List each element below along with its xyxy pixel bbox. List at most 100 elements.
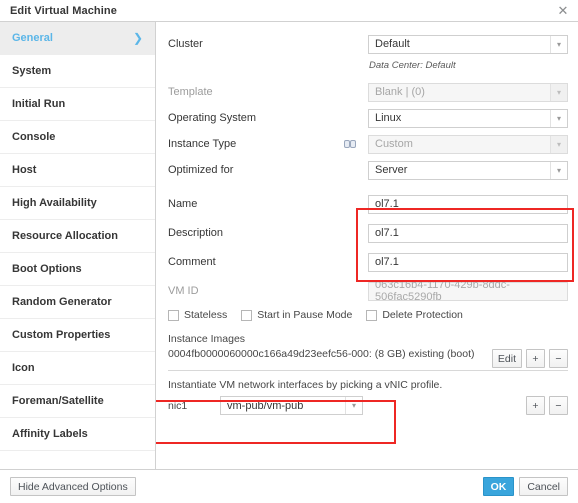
template-value: Blank | (0) <box>375 86 425 98</box>
chevron-right-icon: ❯ <box>132 31 143 45</box>
name-input[interactable]: ol7.1 <box>368 194 568 214</box>
cancel-button[interactable]: Cancel <box>519 477 568 496</box>
vm-flags-row: Stateless Start in Pause Mode Delete Pro… <box>168 309 568 321</box>
sidebar-item-console[interactable]: Console <box>0 121 155 154</box>
optimized-for-select[interactable]: Server ▾ <box>368 160 568 180</box>
stateless-checkbox[interactable] <box>168 309 179 321</box>
field-cluster: Cluster Default ▾ <box>168 34 568 54</box>
sidebar-item-foreman-satellite[interactable]: Foreman/Satellite <box>0 385 155 418</box>
vnic-instruction-text: Instantiate VM network interfaces by pic… <box>168 379 443 391</box>
sidebar-item-label: Host <box>12 164 37 176</box>
field-vm-id: VM ID 063c16b4-1170-429b-8ddc-506fac5290… <box>168 279 568 303</box>
sidebar-item-initial-run[interactable]: Initial Run <box>0 88 155 121</box>
delete-protection-label[interactable]: Delete Protection <box>382 309 463 321</box>
cluster-label: Cluster <box>168 38 203 50</box>
nic-row: nic1 vm-pub/vm-pub ▾ <box>168 396 568 415</box>
instance-type-label-wrap: Instance Type <box>168 138 368 150</box>
sidebar-item-label: Foreman/Satellite <box>12 395 104 407</box>
stateless-label[interactable]: Stateless <box>184 309 227 321</box>
field-template: Template Blank | (0) ▾ <box>168 82 568 102</box>
comment-input[interactable]: ol7.1 <box>368 252 568 272</box>
cluster-select[interactable]: Default ▾ <box>368 34 568 54</box>
sidebar-item-system[interactable]: System <box>0 55 155 88</box>
chain-link-icon <box>344 140 356 148</box>
close-icon[interactable]: ✕ <box>556 4 570 18</box>
chevron-down-icon: ▾ <box>550 135 567 153</box>
description-label: Description <box>168 227 224 239</box>
hide-advanced-options-button[interactable]: Hide Advanced Options <box>10 477 136 496</box>
vm-id-value: 063c16b4-1170-429b-8ddc-506fac5290fb <box>368 279 568 303</box>
sidebar-item-affinity-labels[interactable]: Affinity Labels <box>0 418 155 451</box>
field-operating-system: Operating System Linux ▾ <box>168 108 568 128</box>
remove-nic-button[interactable]: − <box>549 396 568 415</box>
sidebar-item-random-generator[interactable]: Random Generator <box>0 286 155 319</box>
add-disk-button[interactable]: + <box>526 349 545 368</box>
sidebar-item-label: Icon <box>12 362 35 374</box>
instance-type-value: Custom <box>375 138 413 150</box>
description-input[interactable]: ol7.1 <box>368 223 568 243</box>
optimized-for-value: Server <box>375 164 408 176</box>
dialog-titlebar: Edit Virtual Machine ✕ <box>0 0 578 22</box>
sidebar-item-label: High Availability <box>12 197 97 209</box>
cluster-note-row: Data Center: Default <box>168 60 568 80</box>
chevron-down-icon: ▾ <box>550 109 567 127</box>
remove-disk-button[interactable]: − <box>549 349 568 368</box>
template-select[interactable]: Blank | (0) ▾ <box>368 82 568 102</box>
instance-type-select[interactable]: Custom ▾ <box>368 134 568 154</box>
start-in-pause-mode-label[interactable]: Start in Pause Mode <box>257 309 352 321</box>
sidebar-item-icon[interactable]: Icon <box>0 352 155 385</box>
field-comment: Comment ol7.1 <box>168 252 568 272</box>
sidebar-item-label: Console <box>12 131 56 143</box>
name-label: Name <box>168 198 198 210</box>
sidebar-item-label: Custom Properties <box>12 329 111 341</box>
operating-system-select[interactable]: Linux ▾ <box>368 108 568 128</box>
sidebar-item-boot-options[interactable]: Boot Options <box>0 253 155 286</box>
nic1-profile-select[interactable]: vm-pub/vm-pub ▾ <box>220 396 363 415</box>
instance-images-buttons: Edit + − <box>491 349 568 368</box>
nic1-profile-value: vm-pub/vm-pub <box>227 399 304 412</box>
start-in-pause-mode-checkbox[interactable] <box>241 309 253 321</box>
chevron-down-icon: ▾ <box>550 83 567 101</box>
vnic-profiles-section: Instantiate VM network interfaces by pic… <box>168 379 568 415</box>
add-nic-button[interactable]: + <box>526 396 545 415</box>
sidebar-item-label: Random Generator <box>12 296 112 308</box>
dialog-title: Edit Virtual Machine <box>10 4 117 17</box>
edit-virtual-machine-dialog: Edit Virtual Machine ✕ General ❯ System … <box>0 0 578 503</box>
data-center-note: Data Center: Default <box>369 59 456 71</box>
instance-type-label: Instance Type <box>168 138 237 150</box>
footer-actions: OK Cancel <box>482 477 568 496</box>
ok-button[interactable]: OK <box>482 477 515 496</box>
vm-id-label: VM ID <box>168 285 199 297</box>
cluster-value: Default <box>375 38 410 50</box>
delete-protection-checkbox[interactable] <box>366 309 378 321</box>
chevron-down-icon: ▾ <box>550 35 567 53</box>
sidebar-item-label: Resource Allocation <box>12 230 118 242</box>
chevron-down-icon: ▾ <box>345 397 362 414</box>
sidebar-item-custom-properties[interactable]: Custom Properties <box>0 319 155 352</box>
instance-images-section: Instance Images 0004fb0000060000c166a49d… <box>168 333 568 368</box>
section-divider <box>168 370 568 371</box>
sidebar-item-resource-allocation[interactable]: Resource Allocation <box>0 220 155 253</box>
sidebar-item-label: System <box>12 65 52 77</box>
field-name: Name ol7.1 <box>168 194 568 214</box>
operating-system-label: Operating System <box>168 112 257 124</box>
template-label: Template <box>168 86 213 98</box>
settings-sidebar: General ❯ System Initial Run Console Hos… <box>0 22 156 469</box>
sidebar-item-label: General <box>12 32 53 44</box>
general-settings-panel: Cluster Default ▾ Data Center: Default T… <box>156 22 578 469</box>
field-description: Description ol7.1 <box>168 223 568 243</box>
sidebar-item-general[interactable]: General ❯ <box>0 22 155 55</box>
edit-disk-button[interactable]: Edit <box>491 349 522 368</box>
dialog-body: General ❯ System Initial Run Console Hos… <box>0 22 578 470</box>
optimized-for-label: Optimized for <box>168 164 234 176</box>
dialog-footer: Hide Advanced Options OK Cancel <box>0 470 578 503</box>
nic-buttons: + − <box>526 396 568 415</box>
sidebar-item-label: Affinity Labels <box>12 428 88 440</box>
sidebar-item-host[interactable]: Host <box>0 154 155 187</box>
sidebar-item-high-availability[interactable]: High Availability <box>0 187 155 220</box>
instance-images-header: Instance Images <box>168 333 246 345</box>
sidebar-item-label: Initial Run <box>12 98 66 110</box>
nic1-label: nic1 <box>168 399 188 412</box>
operating-system-value: Linux <box>375 112 402 124</box>
field-instance-type: Instance Type Custom ▾ <box>168 134 568 154</box>
